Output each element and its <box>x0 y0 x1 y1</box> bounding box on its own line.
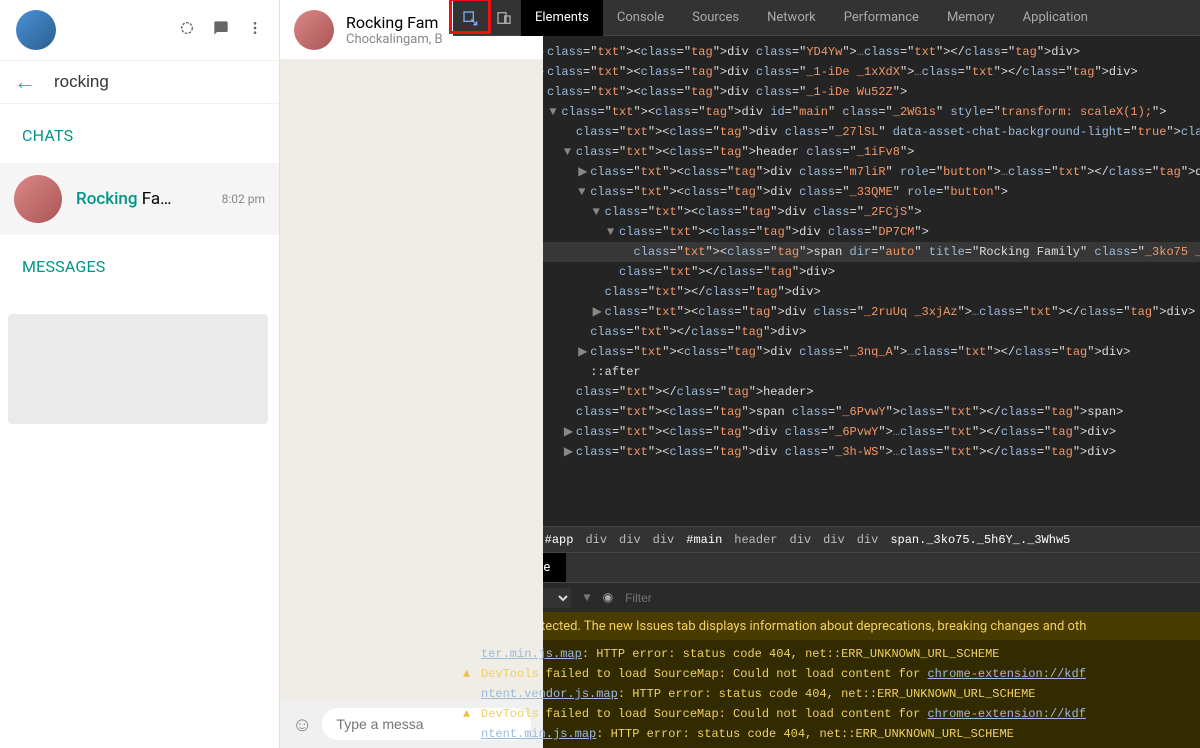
wa-header <box>0 0 279 60</box>
wa-search-bar: ← ✕ <box>0 60 279 104</box>
devtools-tab-performance[interactable]: Performance <box>830 0 933 36</box>
breadcrumb-item[interactable]: div <box>653 533 675 547</box>
status-icon[interactable] <box>179 20 195 40</box>
dom-line[interactable]: class="txt"><class="tag">span class="_6P… <box>463 402 1200 422</box>
dom-line[interactable]: ▶class="txt"><class="tag">div class="_1-… <box>463 62 1200 82</box>
messages-section-label: MESSAGES <box>0 235 279 294</box>
console-toolbar: ▣ ⊘ top ▼ ◉ Default levels ▾ <box>453 582 1200 612</box>
console-warning[interactable]: ▲DevTools failed to load SourceMap: Coul… <box>453 704 1200 724</box>
dom-line[interactable]: ▶class="txt"><class="tag">div class="_6P… <box>463 422 1200 442</box>
dom-line[interactable]: ▶class="txt"><class="tag">div class="_3h… <box>463 442 1200 462</box>
dom-line[interactable]: ▶class="txt"><class="tag">div class="_3n… <box>463 342 1200 362</box>
wa-conversation: Rocking Fam Chockalingam, B ☺ <box>280 0 543 748</box>
console-messages[interactable]: ter.min.js.map: HTTP error: status code … <box>453 640 1200 748</box>
breadcrumb-item[interactable]: div <box>857 533 879 547</box>
breadcrumb-item[interactable]: div <box>823 533 845 547</box>
conversation-subtitle: Chockalingam, B <box>346 32 443 47</box>
console-warning[interactable]: ▲DevTools failed to load SourceMap: Coul… <box>453 664 1200 684</box>
issues-banner[interactable]: ▲ Issues detected. The new Issues tab di… <box>453 612 1200 640</box>
breadcrumb-item[interactable]: header <box>734 533 777 547</box>
console-warning[interactable]: ntent.min.js.map: HTTP error: status cod… <box>453 724 1200 744</box>
devtools-tab-network[interactable]: Network <box>753 0 830 36</box>
breadcrumbs[interactable]: htmlbody#appdivdivdiv#mainheaderdivdivdi… <box>453 526 1200 552</box>
dom-line[interactable]: class="txt"><class="tag">span dir="auto"… <box>463 242 1200 262</box>
conversation-title: Rocking Fam <box>346 13 443 32</box>
dom-line[interactable]: ▼class="txt"><class="tag">div class="_1-… <box>463 82 1200 102</box>
toggle-device-button[interactable] <box>487 0 521 36</box>
dom-line[interactable]: ::after <box>463 362 1200 382</box>
devtools-tab-bar: ElementsConsoleSourcesNetworkPerformance… <box>453 0 1200 36</box>
user-avatar[interactable] <box>16 10 56 50</box>
sourcemap-link[interactable]: ter.min.js.map <box>481 647 582 661</box>
dom-line[interactable]: ▶class="txt"><class="tag">div class="_2r… <box>463 302 1200 322</box>
sourcemap-link[interactable]: chrome-extension://kdf <box>927 667 1085 681</box>
wa-sidebar: ← ✕ CHATS Rocking Fa… 8:02 pm MESSAGES <box>0 0 280 748</box>
dom-tree[interactable]: ▶class="txt"><class="tag">div class="YD4… <box>453 36 1200 526</box>
devtools-tab-console[interactable]: Console <box>603 0 678 36</box>
chat-avatar <box>14 175 62 223</box>
conversation-avatar <box>294 10 334 50</box>
chats-section-label: CHATS <box>0 104 279 163</box>
issues-text: Issues detected. The new Issues tab disp… <box>486 619 1087 634</box>
chat-list-item[interactable]: Rocking Fa… 8:02 pm <box>0 163 279 235</box>
breadcrumb-item[interactable]: div <box>790 533 812 547</box>
search-input[interactable] <box>54 72 275 92</box>
dom-line[interactable]: ▶class="txt"><class="tag">div class="m7l… <box>463 162 1200 182</box>
dom-line[interactable]: ▼class="txt"><class="tag">header class="… <box>463 142 1200 162</box>
breadcrumb-item[interactable]: #main <box>686 533 722 547</box>
breadcrumb-item[interactable]: span._3ko75._5h6Y_._3Whw5 <box>890 533 1070 547</box>
devtools-tab-memory[interactable]: Memory <box>933 0 1009 36</box>
console-warning[interactable]: ntent.vendor.js.map: HTTP error: status … <box>453 684 1200 704</box>
dom-line[interactable]: ▼class="txt"><class="tag">div id="main" … <box>463 102 1200 122</box>
dom-line[interactable]: ▼class="txt"><class="tag">div class="_2F… <box>463 202 1200 222</box>
whatsapp-panel: ← ✕ CHATS Rocking Fa… 8:02 pm MESSAGES R… <box>0 0 453 748</box>
dom-line[interactable]: ▶class="txt"><class="tag">div class="YD4… <box>463 42 1200 62</box>
dom-line[interactable]: class="txt"></class="tag">header> <box>463 382 1200 402</box>
new-chat-icon[interactable] <box>213 20 229 40</box>
devtools-panel: ElementsConsoleSourcesNetworkPerformance… <box>453 0 1200 748</box>
dom-line[interactable]: ▼class="txt"><class="tag">div class="_33… <box>463 182 1200 202</box>
sourcemap-link[interactable]: ntent.min.js.map <box>481 727 596 741</box>
inspect-element-button[interactable] <box>453 0 487 36</box>
breadcrumb-item[interactable]: div <box>619 533 641 547</box>
message-preview-card[interactable] <box>8 314 268 424</box>
live-expression-icon[interactable]: ◉ <box>603 590 613 605</box>
console-warning[interactable]: ter.min.js.map: HTTP error: status code … <box>453 644 1200 664</box>
dom-line[interactable]: ▼class="txt"><class="tag">div class="DP7… <box>463 222 1200 242</box>
dom-line[interactable]: class="txt"></class="tag">div> <box>463 282 1200 302</box>
devtools-tab-elements[interactable]: Elements <box>521 0 603 36</box>
chat-time: 8:02 pm <box>222 192 265 206</box>
devtools-tab-sources[interactable]: Sources <box>678 0 753 36</box>
dom-line[interactable]: class="txt"></class="tag">div> <box>463 262 1200 282</box>
console-filter-input[interactable] <box>625 591 1200 605</box>
dom-line[interactable]: class="txt"><class="tag">div class="_27l… <box>463 122 1200 142</box>
back-arrow-icon[interactable]: ← <box>14 69 36 95</box>
emoji-icon[interactable]: ☺ <box>292 712 312 737</box>
dom-line[interactable]: class="txt"></class="tag">div> <box>463 322 1200 342</box>
breadcrumb-item[interactable]: div <box>585 533 607 547</box>
drawer-tab-bar: ⋮ Console <box>453 552 1200 582</box>
sourcemap-link[interactable]: chrome-extension://kdf <box>927 707 1085 721</box>
devtools-tab-application[interactable]: Application <box>1009 0 1102 36</box>
menu-icon[interactable] <box>247 20 263 40</box>
sourcemap-link[interactable]: ntent.vendor.js.map <box>481 687 618 701</box>
chat-name: Rocking Fa… <box>76 189 222 209</box>
conversation-body[interactable] <box>280 60 543 700</box>
breadcrumb-item[interactable]: #app <box>545 533 574 547</box>
